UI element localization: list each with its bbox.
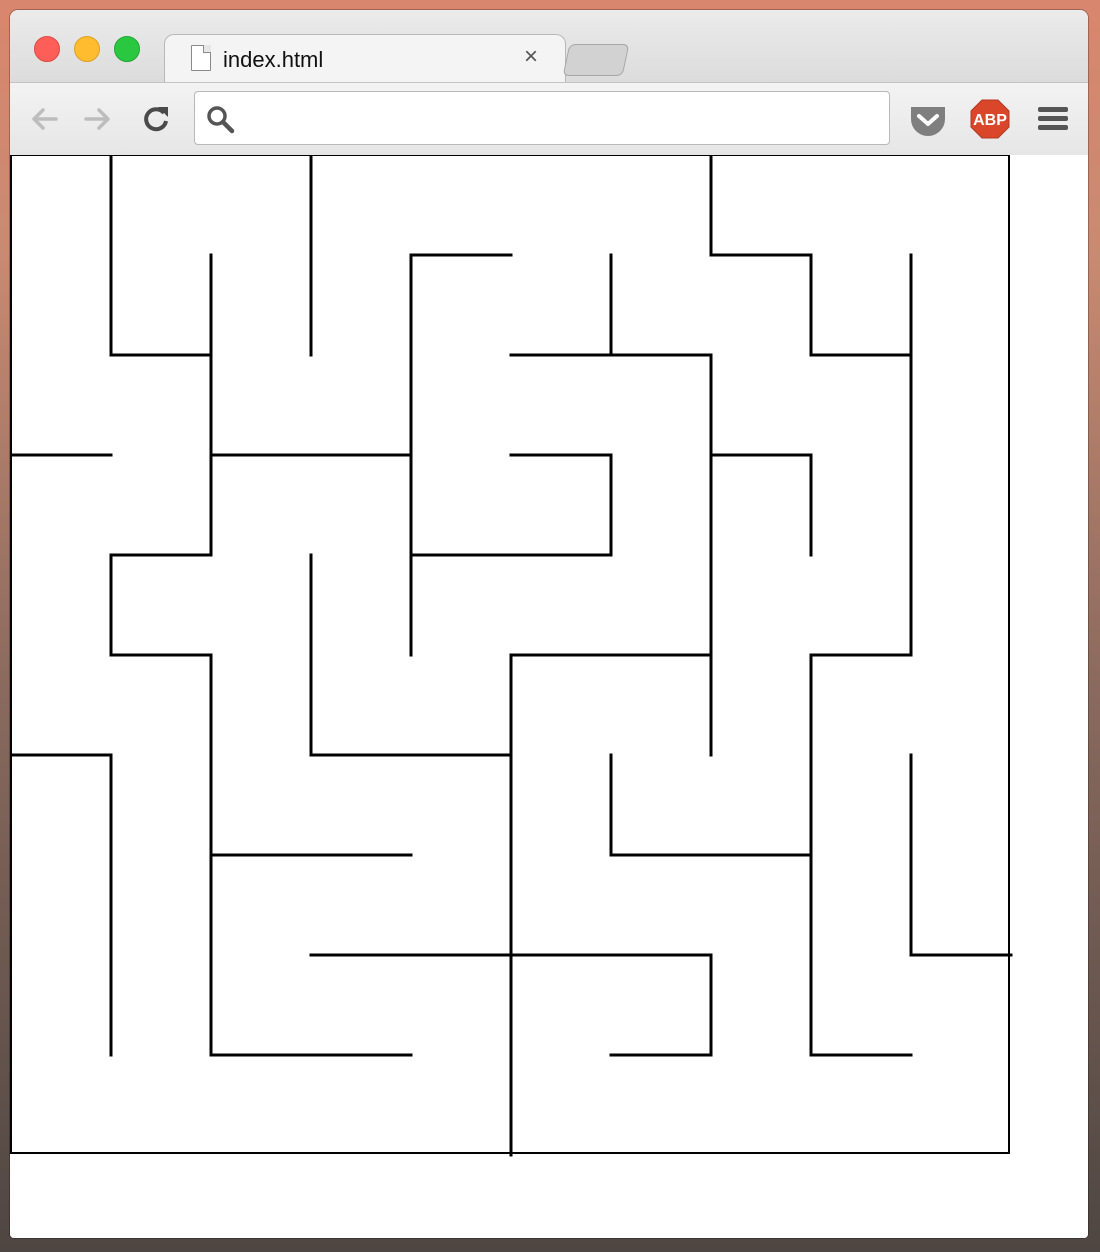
hamburger-menu-icon	[1038, 107, 1068, 130]
tab-close-button[interactable]: ×	[517, 43, 545, 71]
maze-canvas	[10, 155, 1013, 1157]
new-tab-button[interactable]	[562, 44, 630, 76]
tab-title: index.html	[223, 47, 324, 72]
abp-label: ABP	[973, 112, 1007, 129]
forward-button[interactable]	[80, 101, 116, 137]
browser-window: index.html × ABP	[10, 10, 1088, 1238]
adblock-plus-button[interactable]: ABP	[970, 99, 1010, 139]
document-icon	[191, 45, 211, 71]
abp-icon: ABP	[970, 99, 1010, 139]
tab-strip: index.html ×	[10, 10, 1088, 83]
reload-button[interactable]	[138, 101, 174, 137]
back-button[interactable]	[26, 101, 62, 137]
magnifier-icon	[207, 106, 235, 134]
forward-arrow-icon	[84, 108, 110, 130]
address-input[interactable]	[241, 98, 875, 138]
pocket-icon	[911, 107, 945, 136]
browser-toolbar: ABP	[10, 82, 1088, 156]
close-window-button[interactable]	[34, 36, 60, 62]
minimize-window-button[interactable]	[74, 36, 100, 62]
pocket-extension-button[interactable]	[908, 103, 948, 139]
address-bar[interactable]	[194, 91, 890, 145]
tab-index-html[interactable]: index.html ×	[164, 34, 566, 83]
back-arrow-icon	[32, 108, 58, 130]
browser-menu-button[interactable]	[1036, 103, 1070, 135]
reload-icon	[144, 107, 168, 132]
zoom-window-button[interactable]	[114, 36, 140, 62]
page-viewport	[10, 155, 1088, 1238]
